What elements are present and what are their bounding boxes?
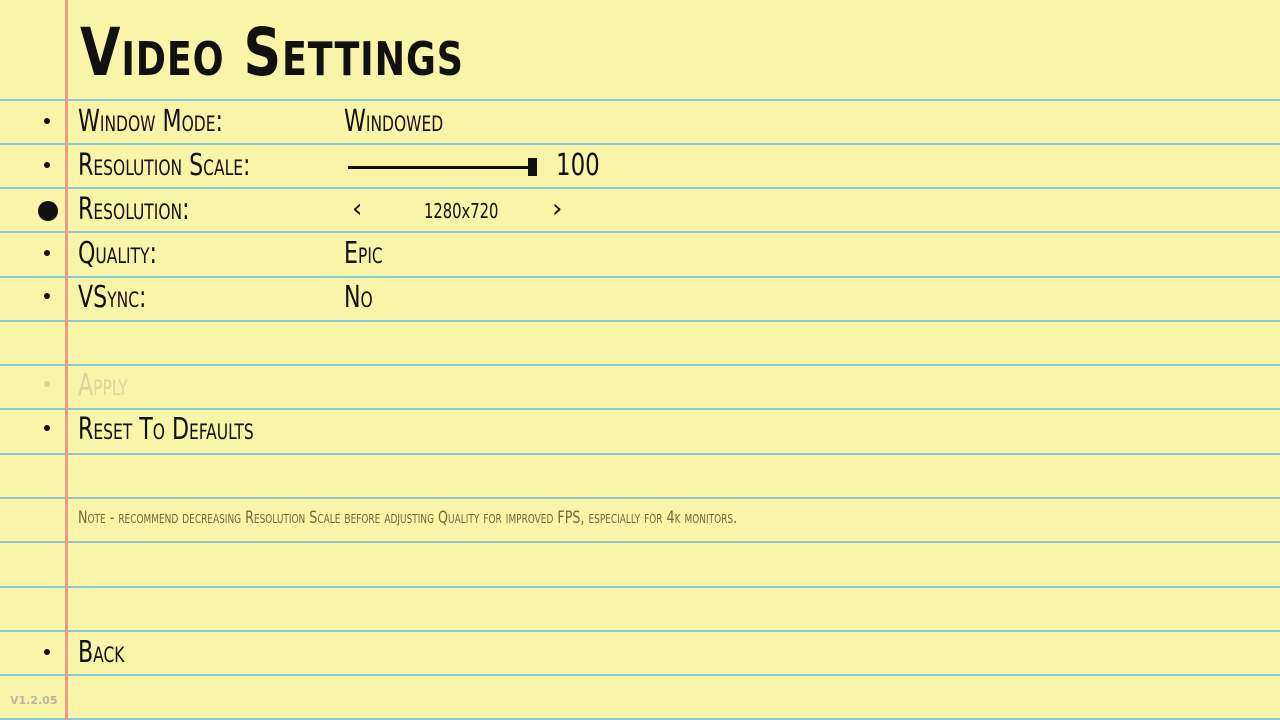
back-label: Back	[78, 635, 125, 670]
resolution-scale-label: Resolution Scale:	[78, 148, 251, 183]
bullet-icon	[44, 293, 50, 299]
setting-row-resolution-scale[interactable]: Resolution Scale: 100	[0, 145, 1280, 189]
bullet-icon	[44, 118, 50, 124]
version-label: V1.2.05	[10, 694, 58, 707]
page-title: Video Settings	[80, 14, 464, 91]
resolution-value: 1280x720	[424, 199, 499, 223]
quality-value[interactable]: Epic	[344, 236, 383, 271]
back-button[interactable]: Back	[0, 632, 1280, 676]
rule-line	[0, 497, 1280, 499]
performance-note: Note - recommend decreasing Resolution S…	[78, 508, 738, 528]
reset-defaults-label: Reset To Defaults	[78, 412, 254, 447]
setting-row-window-mode[interactable]: Window Mode: Windowed	[0, 101, 1280, 145]
resolution-scale-value: 100	[556, 148, 600, 183]
vsync-value[interactable]: No	[344, 280, 373, 315]
bullet-icon	[44, 649, 50, 655]
bullet-icon	[44, 381, 50, 387]
bullet-icon	[44, 162, 50, 168]
vsync-label: VSync:	[78, 280, 147, 315]
window-mode-label: Window Mode:	[78, 104, 223, 139]
resolution-label: Resolution:	[78, 192, 190, 227]
apply-button[interactable]: Apply	[0, 366, 1280, 410]
bullet-icon	[44, 425, 50, 431]
rule-line	[0, 541, 1280, 543]
apply-label: Apply	[78, 368, 128, 403]
selected-bullet-icon	[38, 201, 58, 221]
chevron-right-icon[interactable]: ›	[552, 194, 562, 224]
setting-row-vsync[interactable]: VSync: No	[0, 278, 1280, 322]
window-mode-value[interactable]: Windowed	[344, 104, 443, 139]
resolution-scale-slider-track[interactable]	[348, 166, 534, 169]
rule-line	[0, 586, 1280, 588]
setting-row-resolution[interactable]: Resolution: ‹ 1280x720 ›	[0, 189, 1280, 233]
reset-defaults-button[interactable]: Reset To Defaults	[0, 410, 1280, 454]
setting-row-quality[interactable]: Quality: Epic	[0, 233, 1280, 277]
resolution-scale-slider-thumb[interactable]	[528, 158, 537, 176]
quality-label: Quality:	[78, 236, 157, 271]
chevron-left-icon[interactable]: ‹	[352, 194, 362, 224]
bullet-icon	[44, 250, 50, 256]
